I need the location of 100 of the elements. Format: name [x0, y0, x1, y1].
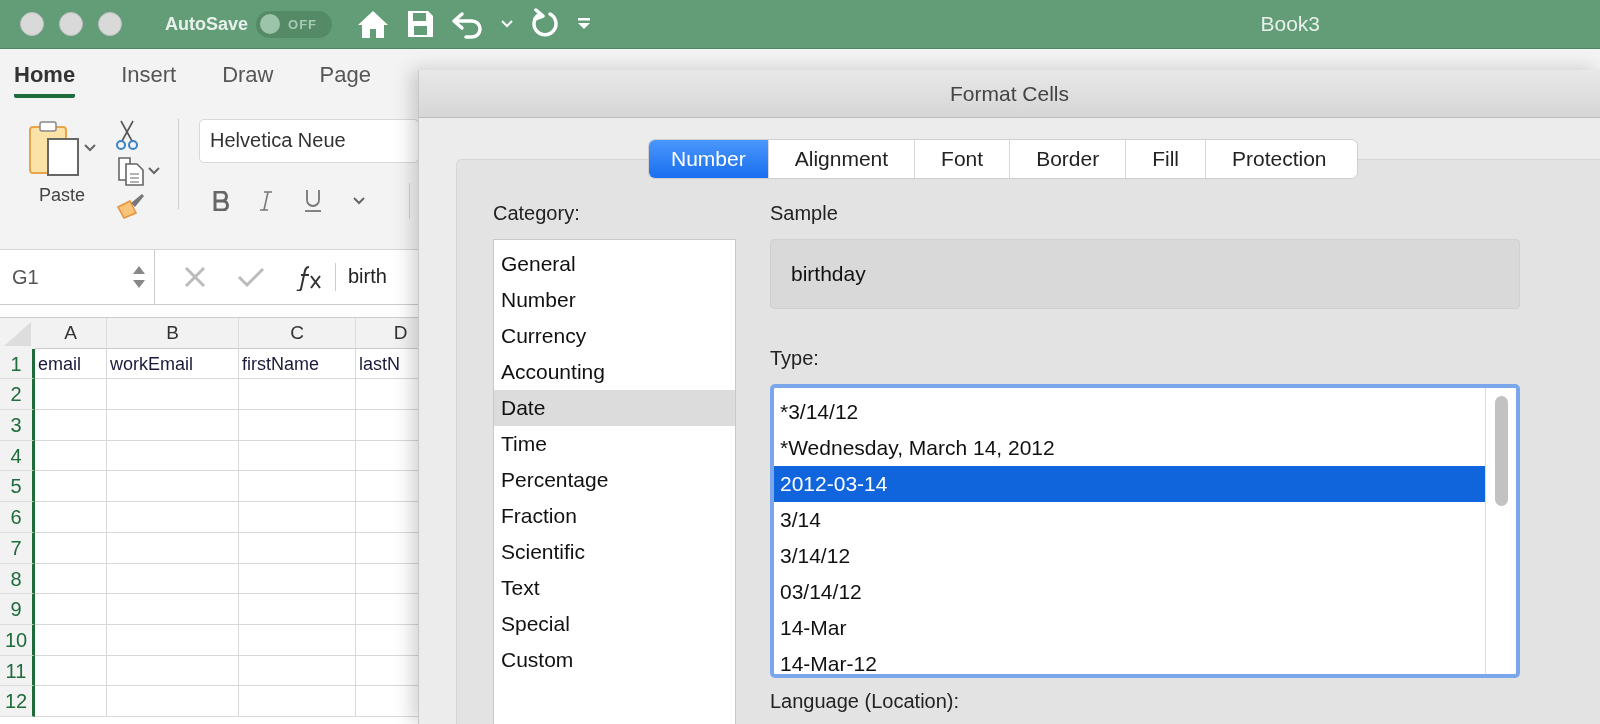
row-header[interactable]: 10 — [0, 624, 35, 656]
table-cell[interactable] — [35, 686, 107, 717]
table-cell[interactable] — [35, 440, 107, 472]
zoom-button[interactable] — [98, 12, 122, 36]
table-cell[interactable] — [107, 471, 239, 503]
table-cell[interactable] — [107, 563, 239, 595]
category-item[interactable]: Fraction — [494, 498, 735, 534]
table-cell[interactable] — [107, 686, 239, 717]
category-item[interactable]: Special — [494, 606, 735, 642]
table-cell[interactable] — [107, 440, 239, 472]
column-header[interactable]: B — [107, 318, 239, 349]
row-header[interactable]: 1 — [0, 348, 35, 380]
row-header[interactable]: 5 — [0, 471, 35, 503]
row-header[interactable]: 8 — [0, 563, 35, 595]
row-header[interactable]: 7 — [0, 532, 35, 564]
function-button[interactable] — [295, 263, 336, 291]
table-cell[interactable] — [35, 502, 107, 533]
table-cell[interactable] — [107, 410, 239, 441]
category-item[interactable]: Date — [494, 390, 735, 426]
paintbrush-icon[interactable] — [116, 191, 146, 219]
chevron-icon[interactable] — [148, 167, 160, 175]
row-header[interactable]: 11 — [0, 655, 35, 687]
table-cell[interactable] — [35, 410, 107, 441]
table-cell[interactable] — [35, 379, 107, 411]
ribbon-tab[interactable]: Page — [319, 56, 371, 98]
paste-button[interactable]: Paste — [39, 185, 85, 206]
type-item[interactable]: 3/14/12 — [774, 538, 1485, 574]
row-header[interactable]: 2 — [0, 379, 35, 411]
category-item[interactable]: Custom — [494, 642, 735, 678]
formula-field[interactable]: birth — [336, 250, 399, 304]
table-cell[interactable] — [107, 502, 239, 533]
column-header[interactable]: C — [239, 318, 356, 349]
ribbon-tab[interactable]: Draw — [222, 56, 274, 98]
category-item[interactable]: Scientific — [494, 534, 735, 570]
underline-icon[interactable] — [303, 189, 323, 213]
table-cell[interactable] — [35, 563, 107, 595]
table-cell[interactable] — [239, 440, 356, 472]
bold-icon[interactable] — [213, 191, 229, 211]
type-item[interactable]: *Wednesday, March 14, 2012 — [774, 430, 1485, 466]
table-cell[interactable] — [35, 655, 107, 687]
category-item[interactable]: Percentage — [494, 462, 735, 498]
type-item[interactable]: *3/14/12 — [774, 394, 1485, 430]
cancel-icon[interactable] — [183, 265, 207, 289]
table-cell[interactable] — [239, 379, 356, 411]
table-cell[interactable] — [239, 502, 356, 533]
stepper-icon[interactable] — [132, 264, 146, 290]
type-item[interactable]: 14-Mar-12 — [774, 646, 1485, 674]
ribbon-tab[interactable]: Insert — [121, 56, 177, 98]
undo-icon[interactable] — [450, 9, 485, 39]
name-box[interactable]: G1 — [0, 250, 155, 304]
row-header[interactable]: 12 — [0, 686, 35, 717]
table-cell[interactable] — [239, 471, 356, 503]
table-cell[interactable] — [239, 594, 356, 625]
dialog-tab[interactable]: Protection — [1205, 140, 1357, 178]
table-cell[interactable] — [239, 532, 356, 564]
table-cell[interactable] — [239, 686, 356, 717]
copy-icon[interactable] — [116, 155, 146, 187]
customize-icon[interactable] — [576, 17, 593, 31]
table-cell[interactable] — [35, 624, 107, 656]
chevron-icon[interactable] — [84, 144, 96, 152]
row-header[interactable]: 3 — [0, 410, 35, 441]
table-cell[interactable]: email — [35, 348, 107, 380]
checkmark-icon[interactable] — [237, 265, 265, 289]
table-cell[interactable] — [107, 379, 239, 411]
table-cell[interactable] — [107, 655, 239, 687]
table-cell[interactable]: firstName — [239, 348, 356, 380]
save-icon[interactable] — [406, 9, 435, 39]
row-header[interactable]: 9 — [0, 594, 35, 625]
row-header[interactable]: 6 — [0, 502, 35, 533]
italic-icon[interactable] — [259, 191, 273, 211]
column-header[interactable]: A — [35, 318, 107, 349]
type-item[interactable]: 14-Mar — [774, 610, 1485, 646]
font-name-field[interactable]: Helvetica Neue — [199, 119, 419, 163]
table-cell[interactable] — [35, 471, 107, 503]
minimize-button[interactable] — [59, 12, 83, 36]
type-item[interactable]: 2012-03-14 — [774, 466, 1485, 502]
chevron-icon[interactable] — [353, 197, 365, 205]
table-cell[interactable] — [35, 532, 107, 564]
table-cell[interactable] — [35, 594, 107, 625]
category-item[interactable]: General — [494, 246, 735, 282]
type-item[interactable]: 3/14 — [774, 502, 1485, 538]
close-button[interactable] — [20, 12, 44, 36]
type-item[interactable]: 03/14/12 — [774, 574, 1485, 610]
category-item[interactable]: Accounting — [494, 354, 735, 390]
category-item[interactable]: Time — [494, 426, 735, 462]
table-cell[interactable] — [107, 594, 239, 625]
category-item[interactable]: Number — [494, 282, 735, 318]
dialog-tab[interactable]: Number — [649, 140, 768, 178]
table-cell[interactable] — [107, 624, 239, 656]
clipboard-icon[interactable] — [28, 119, 82, 177]
table-cell[interactable] — [239, 563, 356, 595]
scissors-icon[interactable] — [116, 119, 138, 151]
category-item[interactable]: Text — [494, 570, 735, 606]
table-cell[interactable] — [239, 410, 356, 441]
table-cell[interactable] — [239, 655, 356, 687]
category-item[interactable]: Currency — [494, 318, 735, 354]
table-cell[interactable]: workEmail — [107, 348, 239, 380]
scrollbar-thumb[interactable] — [1494, 396, 1508, 506]
row-header[interactable]: 4 — [0, 440, 35, 472]
table-cell[interactable] — [239, 624, 356, 656]
